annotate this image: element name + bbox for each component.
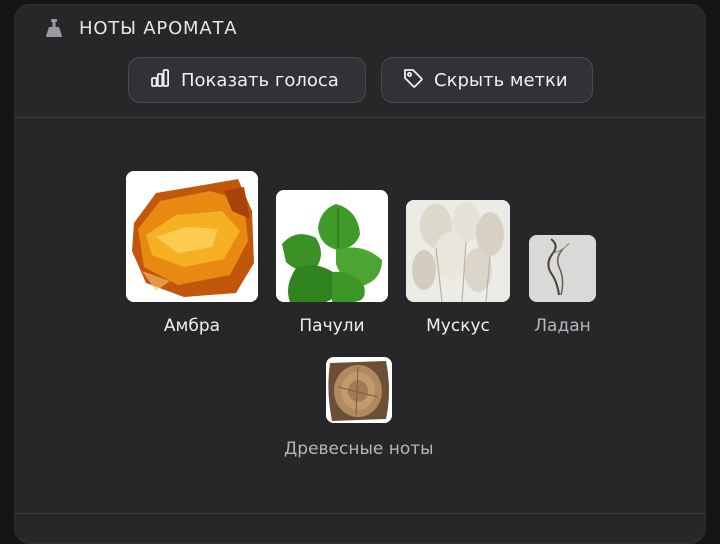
fragrance-notes-panel: НОТЫ АРОМАТА Показать голоса Скрыть метк… [14,4,706,544]
incense-image [529,235,596,302]
note-incense[interactable]: Ладан [529,235,596,336]
divider [15,117,705,118]
section-header: НОТЫ АРОМАТА [43,17,237,39]
note-woody[interactable]: Древесные ноты [284,357,434,459]
musk-image [406,200,510,302]
note-label: Мускус [426,316,490,336]
note-patchouli[interactable]: Пачули [276,190,388,336]
note-label: Ладан [534,316,591,336]
hide-tags-button[interactable]: Скрыть метки [381,57,593,103]
tag-icon [402,67,424,94]
show-votes-button[interactable]: Показать голоса [128,57,366,103]
divider [15,513,705,514]
note-label: Древесные ноты [284,439,434,459]
note-musk[interactable]: Мускус [406,200,510,336]
note-amber[interactable]: Амбра [126,171,258,336]
patchouli-image [276,190,388,302]
amber-image [126,171,258,302]
section-title: НОТЫ АРОМАТА [79,17,238,39]
hide-tags-label: Скрыть метки [434,69,568,91]
show-votes-label: Показать голоса [181,69,339,91]
bar-chart-icon [149,67,171,94]
wood-image [325,357,392,423]
perfume-bottle-icon [43,17,65,39]
note-label: Амбра [163,316,221,336]
note-label: Пачули [299,316,365,336]
